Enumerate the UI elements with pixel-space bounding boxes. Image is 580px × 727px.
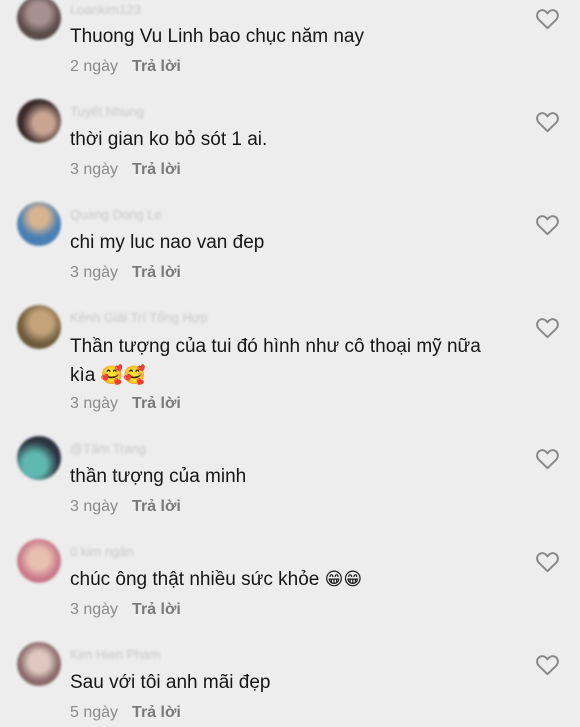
comment-text: Thần tượng của tui đó hình như cô thoại … — [70, 332, 510, 390]
heart-icon[interactable] — [534, 109, 561, 135]
comment-username[interactable]: Kênh Giải Trí Tổng Hợp — [70, 310, 208, 325]
comment-time: 3 ngày — [70, 395, 119, 412]
comment-text-content: thần tượng của minh — [70, 466, 247, 487]
comment-meta: 3 ngày Trả lời — [70, 161, 181, 179]
comment-time: 3 ngày — [70, 161, 119, 178]
avatar[interactable] — [17, 99, 61, 143]
heart-icon[interactable] — [534, 212, 561, 238]
comment-meta: 3 ngày Trả lời — [70, 395, 181, 413]
comment-meta: 2 ngày Trả lời — [70, 58, 181, 76]
comment-username[interactable]: Loankim123 — [70, 2, 141, 17]
avatar[interactable] — [17, 0, 61, 40]
comment-text: chi my luc nao van đep — [70, 228, 510, 257]
comment-text-content: chi my luc nao van đep — [70, 232, 265, 253]
comment-time: 3 ngày — [70, 264, 119, 281]
reply-button[interactable]: Trả lời — [132, 601, 181, 618]
comment-text-content: thời gian ko bỏ sót 1 ai. — [70, 129, 268, 150]
comment-username[interactable]: Quang Dong Le — [70, 207, 162, 222]
comment-meta: 3 ngày Trả lời — [70, 264, 181, 282]
comment-username[interactable]: Kim Hien Pham — [70, 647, 160, 662]
comment-text-content: chúc ông thật nhiều sức khỏe — [70, 569, 320, 590]
avatar[interactable] — [17, 642, 61, 686]
comment-time: 3 ngày — [70, 498, 119, 515]
avatar[interactable] — [17, 305, 61, 349]
comment-meta: 3 ngày Trả lời — [70, 601, 181, 619]
reply-button[interactable]: Trả lời — [132, 704, 181, 721]
emoji: 😁😁 — [324, 569, 363, 590]
avatar[interactable] — [17, 436, 61, 480]
reply-button[interactable]: Trả lời — [132, 264, 181, 281]
heart-icon[interactable] — [534, 6, 561, 32]
avatar[interactable] — [17, 539, 61, 583]
heart-icon[interactable] — [534, 446, 561, 472]
heart-icon[interactable] — [534, 549, 561, 575]
comment-time: 5 ngày — [70, 704, 119, 721]
reply-button[interactable]: Trả lời — [132, 498, 181, 515]
comment-meta: 3 ngày Trả lời — [70, 498, 181, 516]
reply-button[interactable]: Trả lời — [132, 58, 181, 75]
comment-time: 3 ngày — [70, 601, 119, 618]
comment-username[interactable]: 0 kim ngân — [70, 544, 134, 559]
comment-time: 2 ngày — [70, 58, 119, 75]
heart-icon[interactable] — [534, 652, 561, 678]
comment-text: Thuong Vu Linh bao chục năm nay — [70, 22, 510, 51]
reply-button[interactable]: Trả lời — [132, 161, 181, 178]
comment-text-content: Sau với tôi anh mãi đẹp — [70, 672, 271, 693]
emoji: 🥰🥰 — [100, 365, 146, 386]
reply-button[interactable]: Trả lời — [132, 395, 181, 412]
avatar[interactable] — [17, 202, 61, 246]
comment-username[interactable]: Tuyết Nhung — [70, 104, 144, 119]
comment-text: chúc ông thật nhiều sức khỏe 😁😁 — [70, 565, 510, 594]
comment-text: thời gian ko bỏ sót 1 ai. — [70, 125, 510, 154]
comment-meta: 5 ngày Trả lời — [70, 704, 181, 722]
comment-text: thần tượng của minh — [70, 462, 510, 491]
heart-icon[interactable] — [534, 315, 561, 341]
comment-text: Sau với tôi anh mãi đẹp — [70, 668, 510, 697]
comment-text-content: Thuong Vu Linh bao chục năm nay — [70, 26, 364, 47]
comment-username[interactable]: @Tâm Trang — [70, 441, 146, 456]
